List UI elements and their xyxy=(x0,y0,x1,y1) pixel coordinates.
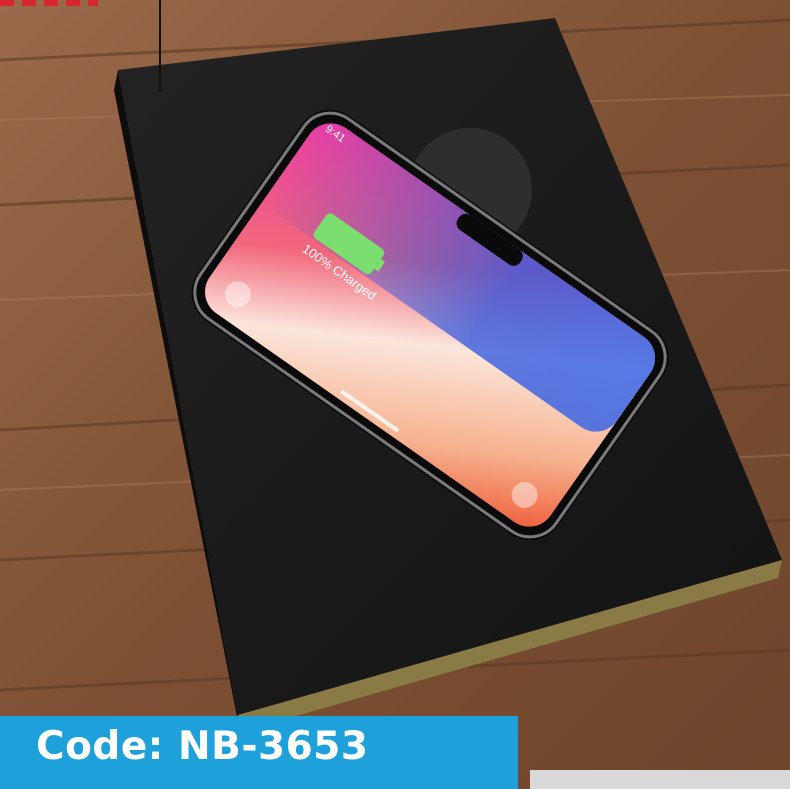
grey-strip xyxy=(530,770,790,789)
product-photo: 9:41 100% Charged xyxy=(0,0,790,789)
product-code: Code: NB-3653 xyxy=(36,724,369,769)
